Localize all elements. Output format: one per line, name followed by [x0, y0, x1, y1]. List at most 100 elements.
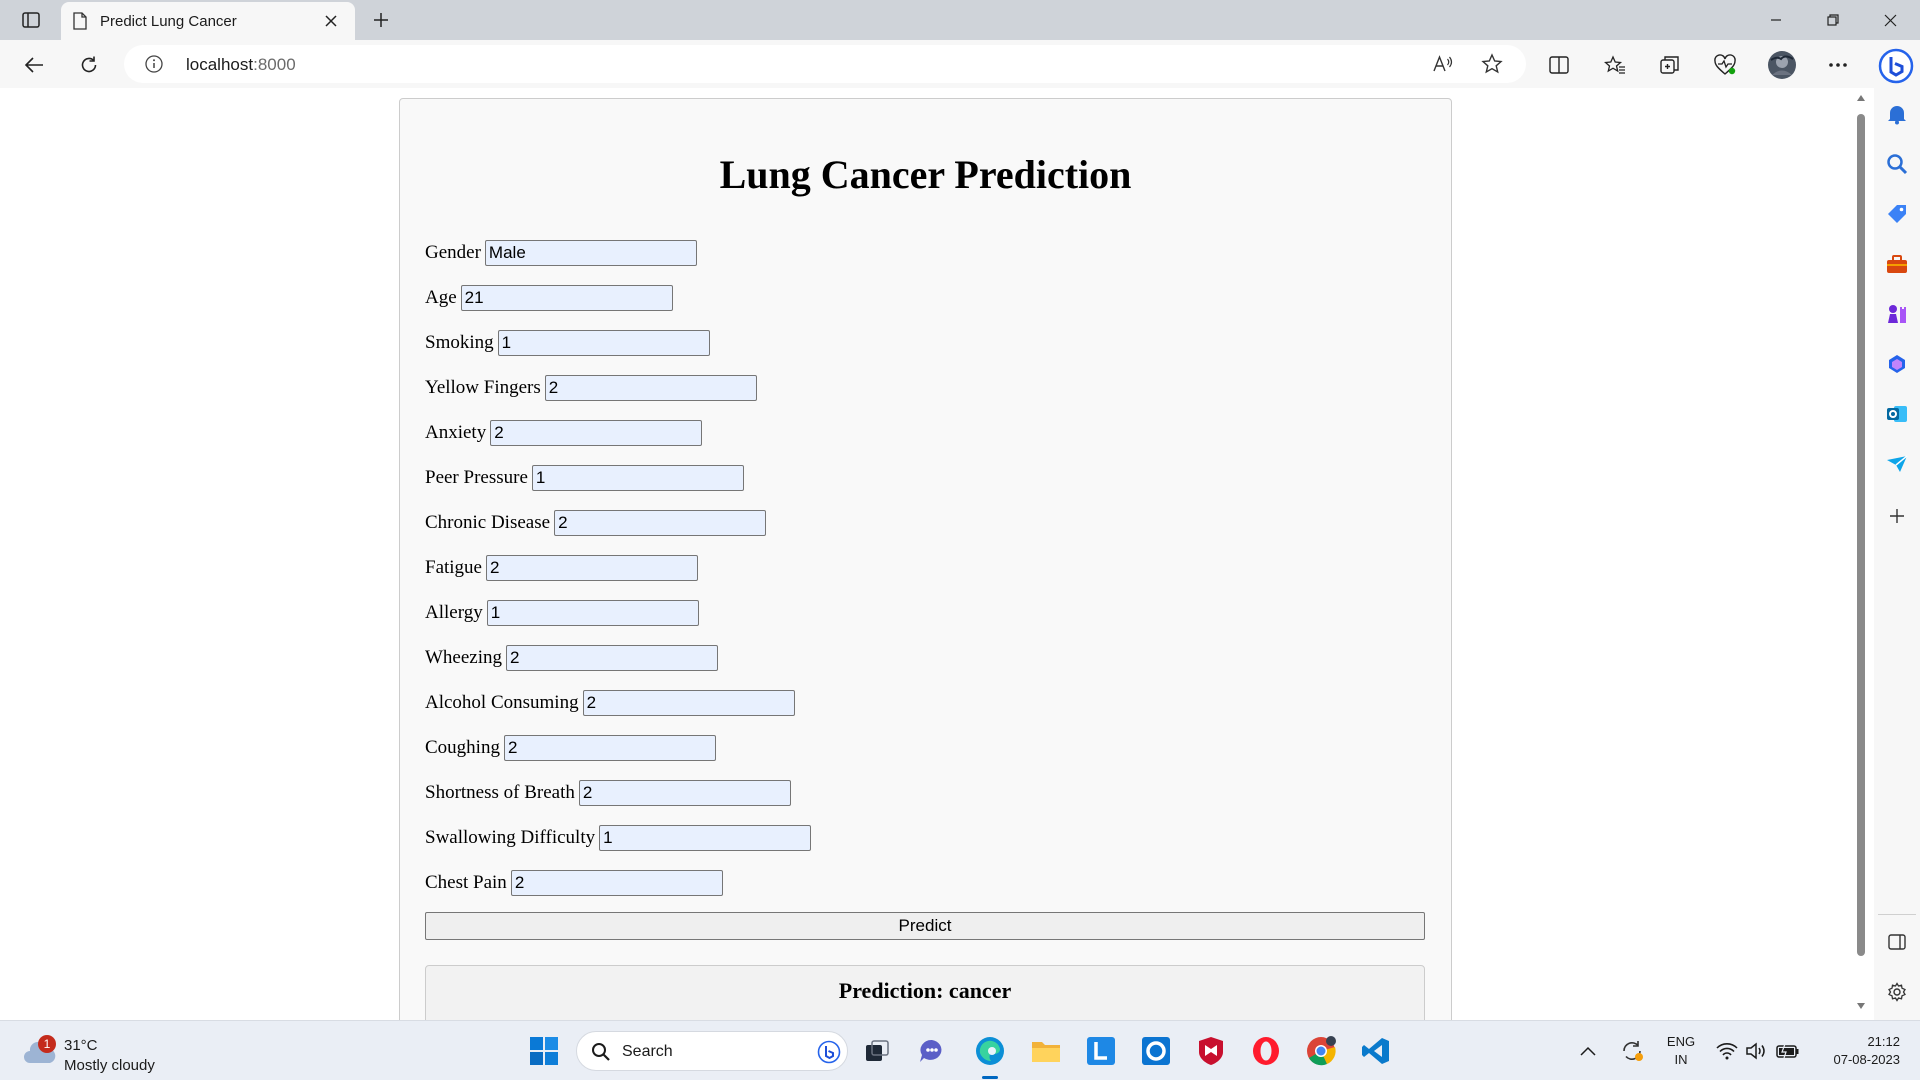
scroll-up-icon[interactable]	[1856, 94, 1866, 102]
alcohol-consuming-label: Alcohol Consuming	[425, 691, 579, 713]
chrome-button[interactable]	[1301, 1031, 1341, 1071]
tab-close-button[interactable]	[319, 9, 343, 33]
weather-temperature: 31°C	[64, 1037, 98, 1054]
form-field: Peer Pressure	[425, 455, 1426, 500]
circle-app-icon	[1142, 1037, 1170, 1065]
search-sidebar-button[interactable]	[1883, 150, 1911, 178]
weather-alert-badge: 1	[38, 1035, 56, 1053]
tag-icon	[1888, 205, 1906, 223]
refresh-button[interactable]	[71, 47, 107, 83]
microsoft-365-button[interactable]	[1883, 350, 1911, 378]
sync-tray-button[interactable]	[1620, 1021, 1644, 1080]
search-label: Search	[622, 1043, 673, 1060]
smoking-input[interactable]	[497, 329, 710, 356]
wifi-icon	[1716, 1043, 1738, 1060]
form-field: Coughing	[425, 725, 1426, 770]
split-screen-icon	[1549, 56, 1569, 74]
favorite-button[interactable]	[1481, 53, 1503, 75]
start-button[interactable]	[524, 1031, 564, 1071]
minimize-button[interactable]	[1748, 0, 1804, 40]
bing-chat-button[interactable]	[1878, 48, 1914, 84]
allergy-input[interactable]	[486, 599, 699, 626]
alcohol-consuming-input[interactable]	[582, 689, 795, 716]
outlook-button[interactable]	[1883, 400, 1911, 428]
restore-icon	[1827, 14, 1839, 26]
yellow-fingers-input[interactable]	[544, 374, 757, 401]
vscode-button[interactable]	[1356, 1031, 1396, 1071]
quick-settings-button[interactable]	[1716, 1021, 1800, 1080]
browser-tab[interactable]: Predict Lung Cancer	[61, 2, 355, 40]
edge-sidebar	[1874, 40, 1920, 1020]
show-hidden-icons-button[interactable]	[1580, 1021, 1596, 1080]
task-view-button[interactable]	[857, 1031, 897, 1071]
coughing-input[interactable]	[503, 734, 716, 761]
scroll-thumb[interactable]	[1857, 114, 1865, 956]
weather-widget[interactable]: 1 31°C Mostly cloudy	[20, 1029, 180, 1074]
split-screen-button[interactable]	[1541, 47, 1577, 83]
sidebar-toggle-icon	[1888, 934, 1906, 950]
clock[interactable]: 21:12 07-08-2023	[1812, 1033, 1901, 1069]
profile-avatar[interactable]	[1764, 47, 1800, 83]
taskbar-search[interactable]: Search	[576, 1031, 848, 1071]
teams-chat-button[interactable]	[912, 1031, 952, 1071]
shortness-of-breath-input[interactable]	[578, 779, 791, 806]
predict-button[interactable]: Predict	[425, 912, 1425, 940]
chevron-up-icon	[1580, 1046, 1596, 1056]
app-l-button[interactable]	[1081, 1031, 1121, 1071]
swallowing-difficulty-input[interactable]	[599, 824, 812, 851]
browser-essentials-button[interactable]	[1707, 47, 1743, 83]
wheezing-input[interactable]	[506, 644, 719, 671]
file-explorer-button[interactable]	[1026, 1031, 1066, 1071]
windows-icon	[530, 1037, 558, 1065]
drop-button[interactable]	[1883, 450, 1911, 478]
form-field: Smoking	[425, 320, 1426, 365]
tab-actions-button[interactable]	[14, 7, 48, 33]
edge-taskbar-button[interactable]	[970, 1031, 1010, 1071]
read-aloud-button[interactable]	[1432, 53, 1454, 75]
age-input[interactable]	[460, 284, 673, 311]
cortana-app-button[interactable]	[1136, 1031, 1176, 1071]
toolbox-icon	[1887, 255, 1907, 273]
shortness-of-breath-label: Shortness of Breath	[425, 781, 575, 803]
tools-button[interactable]	[1883, 250, 1911, 278]
notifications-button[interactable]	[1883, 100, 1911, 128]
restore-button[interactable]	[1805, 0, 1861, 40]
chest-pain-input[interactable]	[510, 869, 723, 896]
tab-actions-icon	[22, 12, 40, 28]
mcafee-button[interactable]	[1191, 1031, 1231, 1071]
language-indicator[interactable]: ENG IN	[1664, 1021, 1698, 1080]
address-bar[interactable]: localhost:8000	[124, 45, 1526, 83]
prediction-form: Gender Age Smoking Yellow Fingers Anxiety Pee…	[425, 230, 1426, 905]
new-tab-button[interactable]	[366, 6, 396, 34]
add-sidebar-app-button[interactable]	[1883, 502, 1911, 530]
games-button[interactable]	[1883, 300, 1911, 328]
avatar	[1768, 51, 1796, 79]
swallowing-difficulty-label: Swallowing Difficulty	[425, 826, 596, 848]
back-button[interactable]	[16, 47, 52, 83]
opera-button[interactable]	[1246, 1031, 1286, 1071]
form-field: Fatigue	[425, 545, 1426, 590]
peer-pressure-input[interactable]	[531, 464, 744, 491]
sidebar-settings-button[interactable]	[1883, 978, 1911, 1006]
l-app-icon	[1087, 1037, 1115, 1065]
scroll-down-icon[interactable]	[1856, 1002, 1866, 1010]
vscode-icon	[1362, 1038, 1389, 1064]
url-text[interactable]: localhost:8000	[186, 55, 296, 75]
settings-more-button[interactable]	[1820, 47, 1856, 83]
close-window-button[interactable]	[1862, 0, 1918, 40]
chronic-disease-input[interactable]	[554, 509, 767, 536]
collections-button[interactable]	[1652, 47, 1688, 83]
favorites-button[interactable]	[1597, 47, 1633, 83]
page-icon	[73, 12, 87, 30]
gender-input[interactable]	[484, 239, 697, 266]
wheezing-label: Wheezing	[425, 646, 503, 668]
info-icon[interactable]	[144, 54, 164, 74]
shopping-button[interactable]	[1883, 200, 1911, 228]
vertical-scrollbar[interactable]	[1852, 88, 1870, 1020]
anxiety-input[interactable]	[490, 419, 703, 446]
folder-icon	[1032, 1042, 1060, 1062]
fatigue-input[interactable]	[486, 554, 698, 581]
allergy-label: Allergy	[425, 601, 483, 623]
hide-sidebar-button[interactable]	[1883, 928, 1911, 956]
fatigue-label: Fatigue	[425, 556, 482, 578]
